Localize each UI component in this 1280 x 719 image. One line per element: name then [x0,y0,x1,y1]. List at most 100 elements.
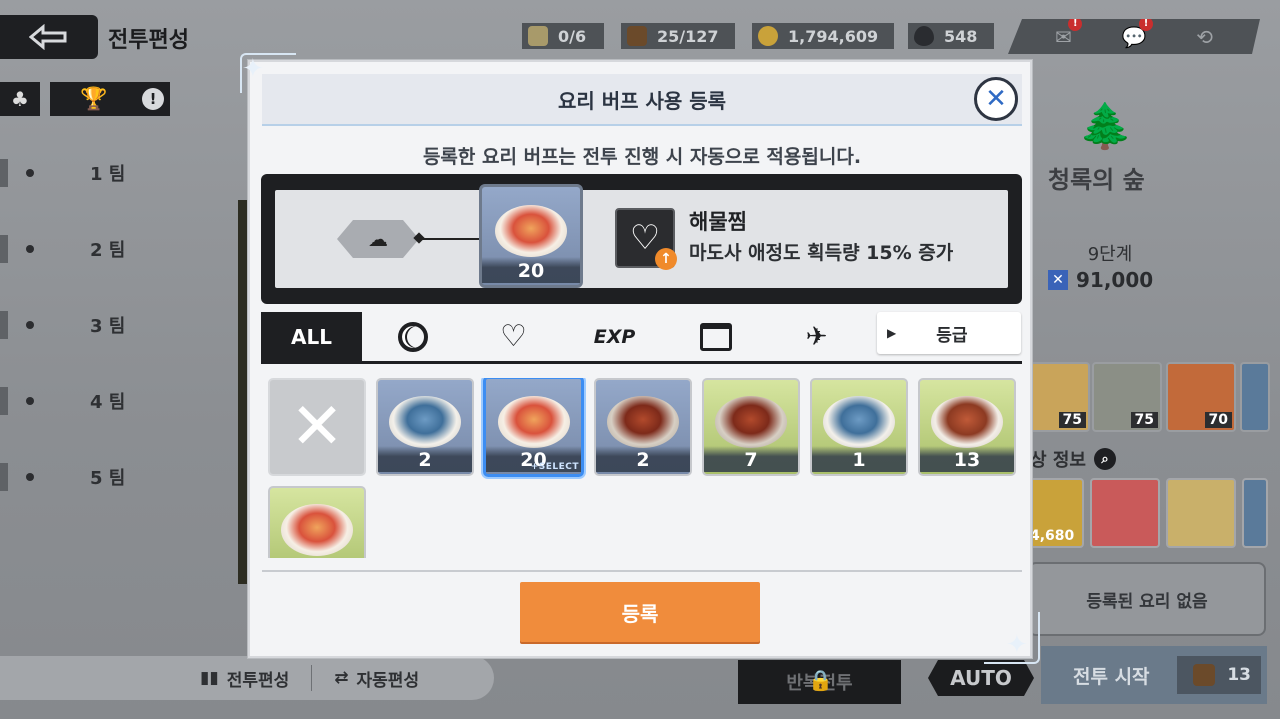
lock-icon: 🔒 [808,668,833,692]
reward-item[interactable] [1242,478,1268,548]
reward-value: 4,680 [1030,528,1075,544]
food-item[interactable]: 13 [918,378,1016,476]
selected-food-inner: ☁ 20 ♡ ↑ 해물찜 마도사 애정도 획득량 15% 증가 [275,184,1008,288]
chat-icon[interactable]: 💬! [1119,25,1149,49]
trophy-banner[interactable]: 🏆 ! [50,82,170,116]
team-row[interactable]: 1 팀 [0,158,240,188]
food-count: 13 [920,446,1014,472]
auto-formation-label: 자동편성 [356,670,420,691]
tab-ring[interactable] [362,312,463,361]
return-icon[interactable]: ⟲ [1190,25,1220,49]
food-count: 7 [704,446,798,472]
character-level: 75 [1058,412,1086,428]
top-right-menu: ✉! 💬! ⟲ [1008,19,1260,54]
sort-label: 등급 [936,325,968,346]
tab-chest[interactable] [665,312,766,361]
seafood-dish-icon [281,504,353,557]
reward-label-text: 상 정보 [1030,450,1086,471]
meat-dish-icon [931,396,1003,449]
reward-info-label: 상 정보 ⌕ [1030,446,1116,472]
team-row[interactable]: 3 팀 [0,310,240,340]
location-name: 청록의 숲 [1048,166,1145,194]
character-card[interactable] [1240,362,1270,432]
team-dot [26,169,34,177]
chest-icon [699,322,732,351]
team-label: 2 팀 [90,240,126,261]
repeat-battle-button[interactable]: 반복전투 🔒 [738,660,901,704]
resource-gem: 548 [908,23,994,49]
resource-card-value: 0/6 [558,26,587,46]
food-item[interactable] [268,486,366,558]
team-label: 3 팀 [90,316,126,337]
tab-exp[interactable]: EXP [564,312,665,361]
tab-all[interactable]: ALL [261,312,362,361]
divider [311,665,313,691]
selected-food-item[interactable]: 20 [479,184,583,288]
team-bar [0,311,8,339]
affection-buff-icon: ♡ ↑ [615,208,677,270]
stage-label: 9단계 [1087,244,1133,265]
auto-button[interactable]: AUTO [928,660,1034,696]
seafood-dish-icon [497,395,570,448]
fish-dish-icon [823,396,895,449]
boot-icon [627,26,647,46]
team-row[interactable]: 5 팀 [0,462,240,492]
food-grid: ✕ 2 20 +SELECT 2 7 1 13 [266,378,1026,558]
food-count: 2 [378,446,472,472]
modal-subtitle: 등록한 요리 버프는 전투 진행 시 자동으로 적용됩니다. [422,146,862,168]
character-level: 75 [1130,412,1158,428]
character-card[interactable]: 75 [1092,362,1162,432]
food-count: 2 [596,446,690,472]
team-dot [26,245,34,253]
resource-card: 0/6 [522,23,604,49]
close-button[interactable]: ✕ [974,77,1018,121]
boot-icon [1193,664,1216,686]
tab-wing[interactable]: ✈ [766,312,867,361]
formation-button[interactable]: ▮▮ 전투편성 [200,666,289,691]
heart-icon: ♡ [500,319,527,354]
sparkle-icon: ✦ [242,54,264,84]
search-icon[interactable]: ⌕ [1093,448,1116,470]
start-battle-label: 전투 시작 [1073,665,1150,688]
team-bar [0,463,8,491]
food-item[interactable]: 2 [376,378,474,476]
select-tag: +SELECT [530,462,579,472]
team-label: 4 팀 [90,392,126,413]
selected-food-description: 마도사 애정도 획득량 15% 증가 [689,242,954,264]
sort-grade-button[interactable]: ▶ 등급 [877,312,1021,354]
power-icon: ✕ [1048,270,1068,290]
food-item-selected[interactable]: 20 +SELECT [483,378,584,477]
team-dot [26,397,34,405]
coin-icon [758,26,778,46]
back-button[interactable] [0,15,98,59]
food-item[interactable]: 1 [810,378,908,476]
start-cost-value: 13 [1227,665,1251,685]
resource-gem-value: 548 [944,26,978,46]
reward-item[interactable] [1090,478,1160,548]
mail-icon[interactable]: ✉! [1048,25,1078,49]
team-row[interactable]: 4 팀 [0,386,240,416]
auto-formation-button[interactable]: ⇄ 자동편성 [334,666,419,691]
ring-icon [397,321,428,352]
formation-label: 전투편성 [226,670,290,691]
power-display: ✕ 91,000 [1048,268,1153,292]
registered-food-status: 등록된 요리 없음 [1028,562,1266,636]
character-card[interactable]: 70 [1166,362,1236,432]
selected-food-panel: ☁ 20 ♡ ↑ 해물찜 마도사 애정도 획득량 15% 증가 [261,174,1022,304]
food-item[interactable]: 7 [702,378,800,476]
page-title: 전투편성 [108,28,189,53]
swap-icon: ⇄ [334,668,349,688]
register-button[interactable]: 등록 [520,582,760,642]
team-row[interactable]: 2 팀 [0,234,240,264]
tab-heart[interactable]: ♡ [463,312,564,361]
start-battle-button[interactable]: 전투 시작 13 [1041,646,1267,704]
food-item[interactable]: 2 [594,378,692,476]
buff-slot-icon: ☁ [337,220,419,258]
fish-dish-icon [389,396,461,449]
warning-icon: ! [142,88,164,110]
gem-icon [914,26,934,46]
resource-gold: 1,794,609 [752,23,894,49]
clover-icon[interactable]: ♣ [0,82,40,116]
no-food-slot[interactable]: ✕ [268,378,366,476]
reward-item[interactable] [1166,478,1236,548]
